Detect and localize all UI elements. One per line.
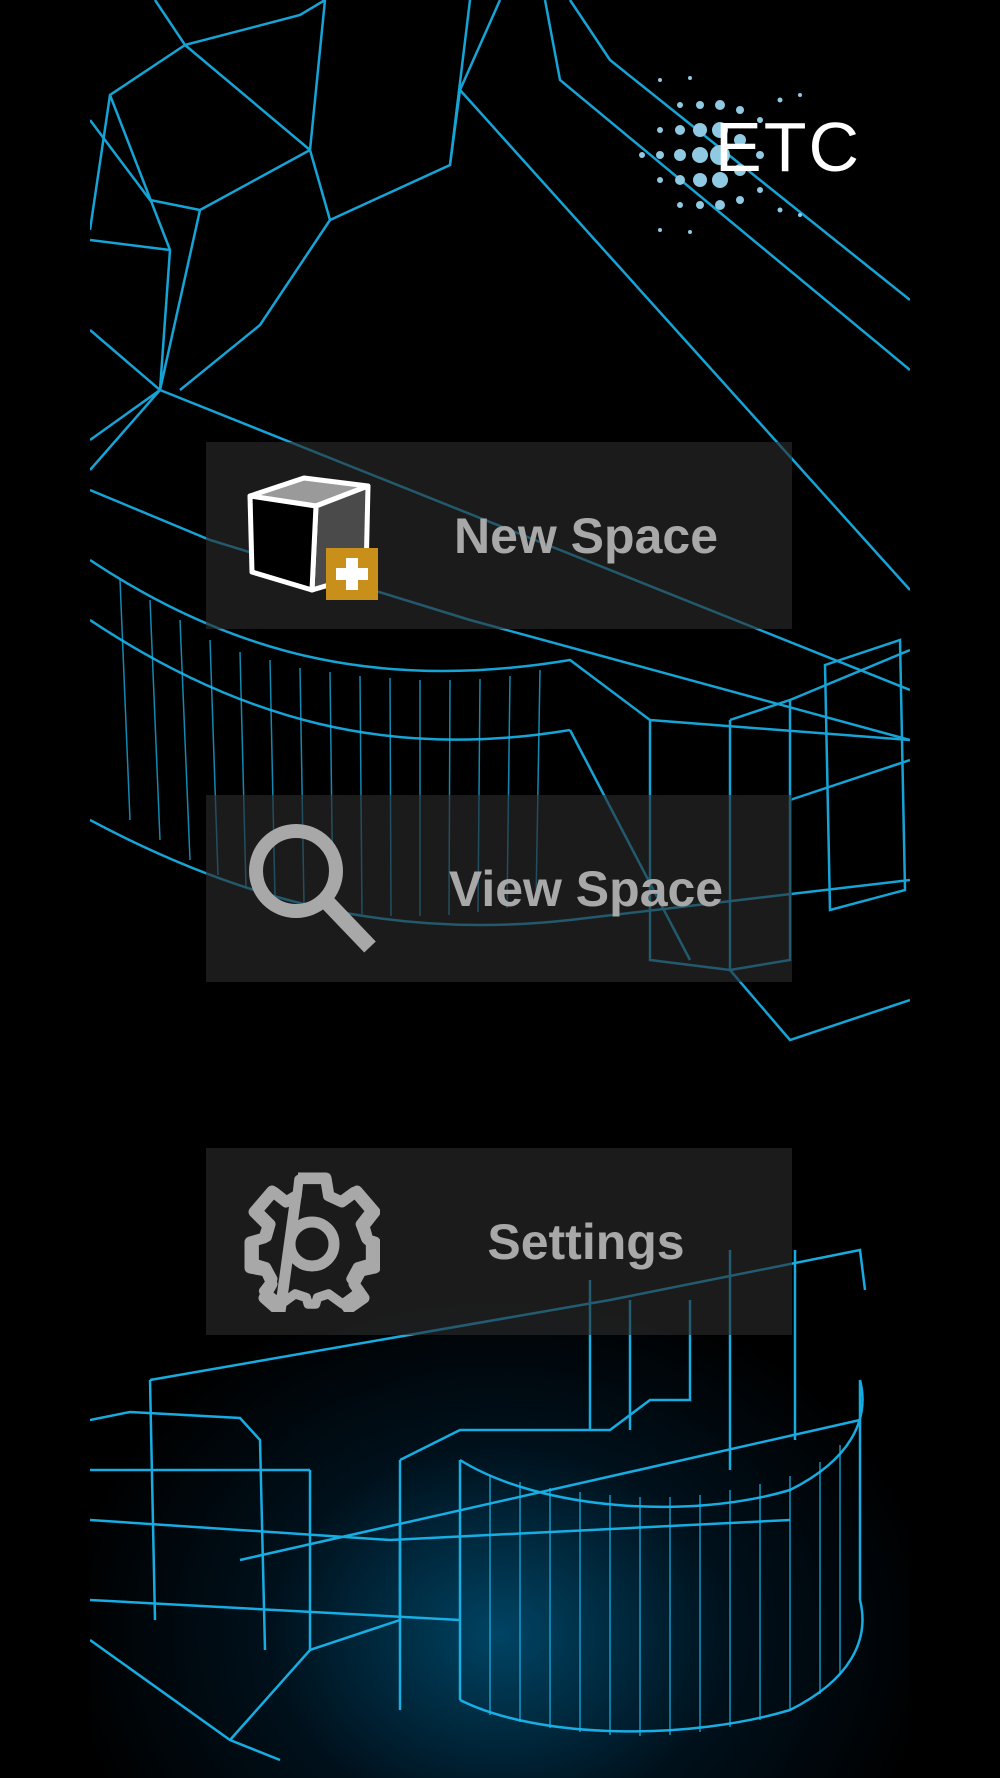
settings-label: Settings [487, 1213, 685, 1270]
magnifier-icon [249, 824, 376, 953]
app-screen: ETC New Space View Space Settings [90, 0, 910, 1778]
cube-plus-icon [247, 475, 378, 600]
view-space-label: View Space [448, 860, 724, 917]
new-space-label: New Space [453, 507, 718, 564]
gear-icon [244, 1172, 380, 1312]
etc-logo-text: ETC [715, 108, 861, 186]
settings-button[interactable]: Settings [206, 1148, 792, 1335]
new-space-button[interactable]: New Space [206, 442, 792, 629]
view-space-button[interactable]: View Space [206, 795, 792, 982]
